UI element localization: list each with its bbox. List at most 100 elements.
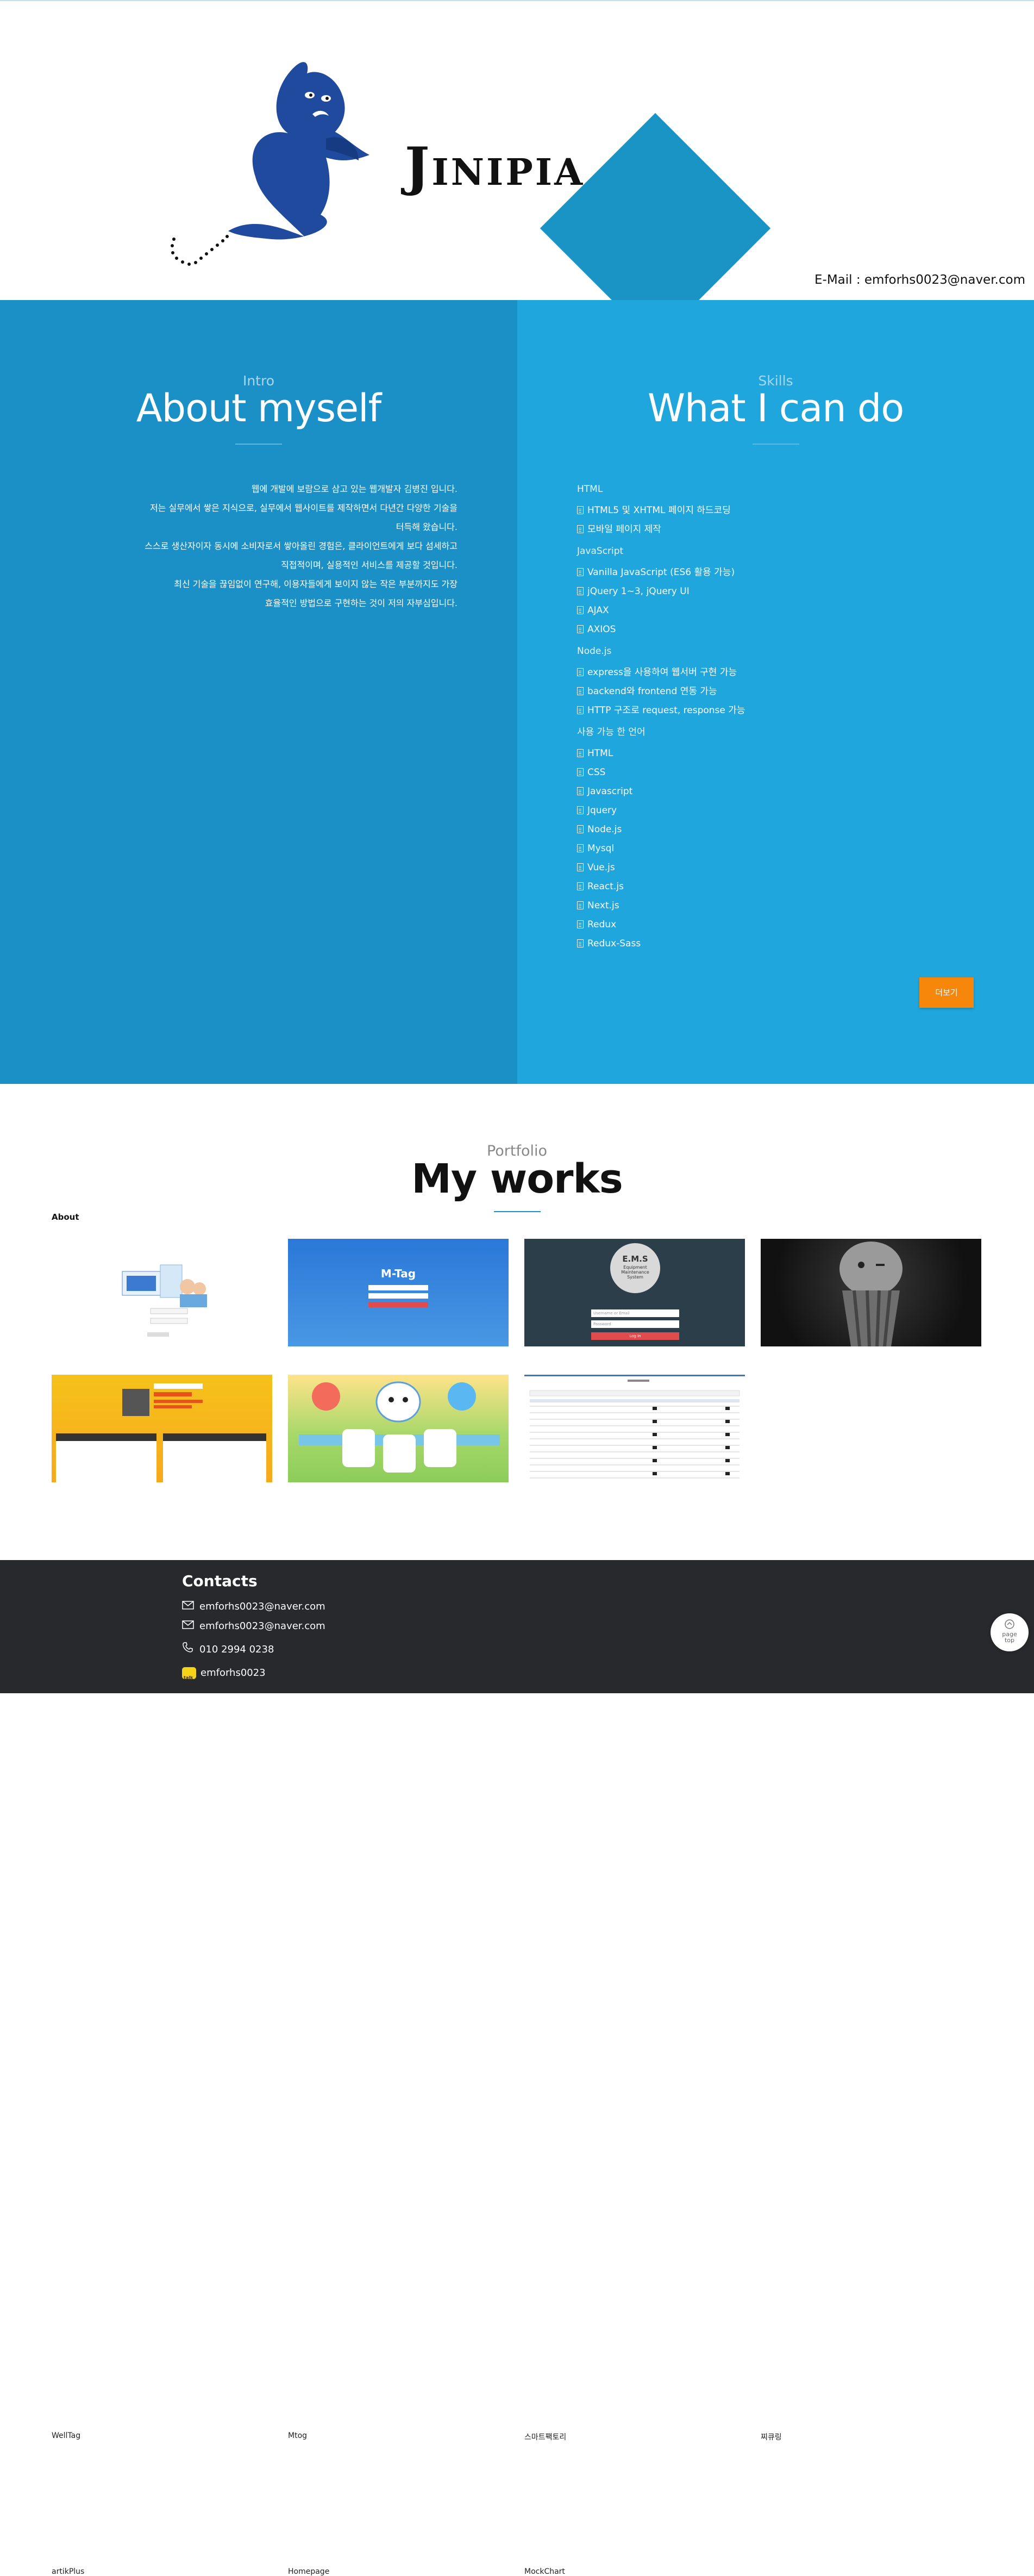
skill-item: express을 사용하여 웹서버 구현 가능 <box>577 663 903 682</box>
intro-line: 터득해 왔습니다. <box>396 522 458 532</box>
skills-list: HTML HTML5 및 XHTML 페이지 하드코딩 모바일 페이지 제작 J… <box>577 477 903 953</box>
mockchart-thumbnail-image <box>529 1380 740 1479</box>
document-icon <box>577 901 584 909</box>
ems-thumb-password: Password <box>591 1320 679 1328</box>
document-icon <box>577 768 584 776</box>
ems-thumb-badge: E.M.S Equipment Maintenance System <box>610 1243 660 1293</box>
intro-line: 웹에 개발에 보람으로 삼고 있는 웹개발자 김병진 입니다. <box>251 484 458 494</box>
header: Jinipia E-Mail : emforhs0023@naver.com <box>0 0 1034 300</box>
page-top-label: page top <box>1002 1631 1017 1644</box>
kakao-id-text: emforhs0023 <box>200 1667 266 1679</box>
document-icon <box>577 606 584 614</box>
skill-category-html: HTML <box>577 484 603 495</box>
skill-item: Redux-Sass <box>577 934 903 953</box>
intro-section: Intro About myself 웹에 개발에 보람으로 삼고 있는 웹개발… <box>0 300 517 1084</box>
document-icon <box>577 939 584 947</box>
mail-icon <box>182 1618 195 1635</box>
skills-divider <box>752 444 799 445</box>
document-icon <box>577 787 584 795</box>
skill-item: Redux <box>577 915 903 934</box>
work-card-welltag[interactable] <box>52 1239 272 1346</box>
logo-wordmark: Jinipia <box>405 136 585 197</box>
work-card-label: Homepage <box>288 2567 330 2576</box>
skill-category-languages: 사용 가능 한 언어 <box>577 727 646 738</box>
document-icon <box>577 668 584 676</box>
portfolio-filter-about[interactable]: About <box>52 1212 79 1222</box>
skill-item: Next.js <box>577 896 903 915</box>
skill-item: Javascript <box>577 782 903 801</box>
skill-item: HTML <box>577 744 903 763</box>
contact-email-2[interactable]: emforhs0023@naver.com <box>182 1618 325 1635</box>
phone-text: 010 2994 0238 <box>199 1644 274 1655</box>
work-card-popcorn[interactable] <box>761 1239 981 1346</box>
mtog-thumb-title: M-Tag <box>380 1267 416 1280</box>
mtog-thumb-field <box>368 1293 428 1299</box>
email-text: emforhs0023@naver.com <box>199 1601 325 1612</box>
portfolio-title: My works <box>411 1156 623 1202</box>
more-button[interactable]: 더보기 <box>919 977 974 1008</box>
document-icon <box>577 920 584 928</box>
skill-item: Vue.js <box>577 858 903 877</box>
skill-item: jQuery 1~3, jQuery UI <box>577 582 903 601</box>
work-card-label: 찌큐링 <box>761 2433 782 2442</box>
mtog-thumb-button <box>368 1302 428 1307</box>
document-icon <box>577 568 584 576</box>
document-icon <box>577 525 584 533</box>
intro-divider <box>235 444 282 445</box>
document-icon <box>577 806 584 814</box>
skill-item: Jquery <box>577 801 903 820</box>
top-divider <box>0 0 1034 1</box>
skill-item: AXIOS <box>577 620 903 639</box>
intro-title: About myself <box>136 386 381 431</box>
header-email: E-Mail : emforhs0023@naver.com <box>814 273 1025 287</box>
skill-item: backend와 frontend 연동 가능 <box>577 682 903 701</box>
mtog-thumb-field <box>368 1285 428 1290</box>
welltag-thumbnail-image <box>122 1264 207 1337</box>
email-text: emforhs0023@naver.com <box>199 1620 325 1632</box>
contact-phone[interactable]: 010 2994 0238 <box>182 1642 274 1658</box>
document-icon <box>577 882 584 890</box>
skill-item: AJAX <box>577 601 903 620</box>
ems-thumb-username: Username or Email <box>591 1309 679 1317</box>
skill-item: Node.js <box>577 820 903 839</box>
intro-line: 직접적이며, 실용적인 서비스를 제공할 것입니다. <box>281 560 458 570</box>
skill-item: Vanilla JavaScript (ES6 활용 가능) <box>577 563 903 582</box>
work-card-label: 스마트팩토리 <box>524 2433 567 2442</box>
skills-title: What I can do <box>647 386 904 431</box>
artikplus-thumbnail-image <box>56 1383 266 1482</box>
work-card-smart-factory[interactable]: E.M.S Equipment Maintenance System Usern… <box>524 1239 745 1346</box>
skill-category-javascript: JavaScript <box>577 546 624 557</box>
portfolio-section: Portfolio My works About WellTag M-Tag M… <box>0 1084 1034 2576</box>
document-icon <box>577 749 584 757</box>
work-card-label: Mtog <box>288 2431 308 2440</box>
contact-email-1[interactable]: emforhs0023@naver.com <box>182 1599 325 1615</box>
popcorn-mascot-image <box>839 1242 903 1346</box>
intro-paragraph: 웹에 개발에 보람으로 삼고 있는 웹개발자 김병진 입니다. 저는 실무에서 … <box>88 479 458 613</box>
document-icon <box>577 506 584 514</box>
ems-thumb-login: Log In <box>591 1332 679 1340</box>
page-top-button[interactable]: page top <box>991 1613 1029 1651</box>
contacts-title: Contacts <box>182 1572 258 1590</box>
work-card-mtog[interactable]: M-Tag <box>288 1239 509 1346</box>
work-card-homepage[interactable] <box>288 1375 509 1482</box>
work-card-mockchart[interactable] <box>524 1375 745 1482</box>
genie-logo-icon <box>171 62 369 266</box>
ems-thumb-title: E.M.S <box>622 1254 648 1264</box>
skills-section: Skills What I can do HTML HTML5 및 XHTML … <box>517 300 1034 1084</box>
work-card-artikplus[interactable] <box>52 1375 272 1482</box>
intro-line: 저는 실무에서 쌓은 지식으로, 실무에서 웹사이트를 제작하면서 다년간 다양… <box>149 503 458 513</box>
mail-icon <box>182 1599 195 1615</box>
document-icon <box>577 863 584 871</box>
ems-thumb-subtitle: Equipment Maintenance System <box>621 1265 649 1280</box>
document-icon <box>577 625 584 633</box>
contact-kakao[interactable]: emforhs0023 <box>182 1665 266 1686</box>
document-icon <box>577 687 584 695</box>
skill-item: HTTP 구조로 request, response 가능 <box>577 701 903 720</box>
portfolio-divider <box>493 1211 541 1212</box>
homepage-thumbnail-image <box>299 1381 500 1473</box>
intro-line: 효율적인 방법으로 구현하는 것이 저의 자부심입니다. <box>265 598 458 608</box>
work-card-label: WellTag <box>52 2431 81 2440</box>
document-icon <box>577 844 584 852</box>
arrow-up-icon <box>1005 1619 1014 1629</box>
skill-item: Mysql <box>577 839 903 858</box>
